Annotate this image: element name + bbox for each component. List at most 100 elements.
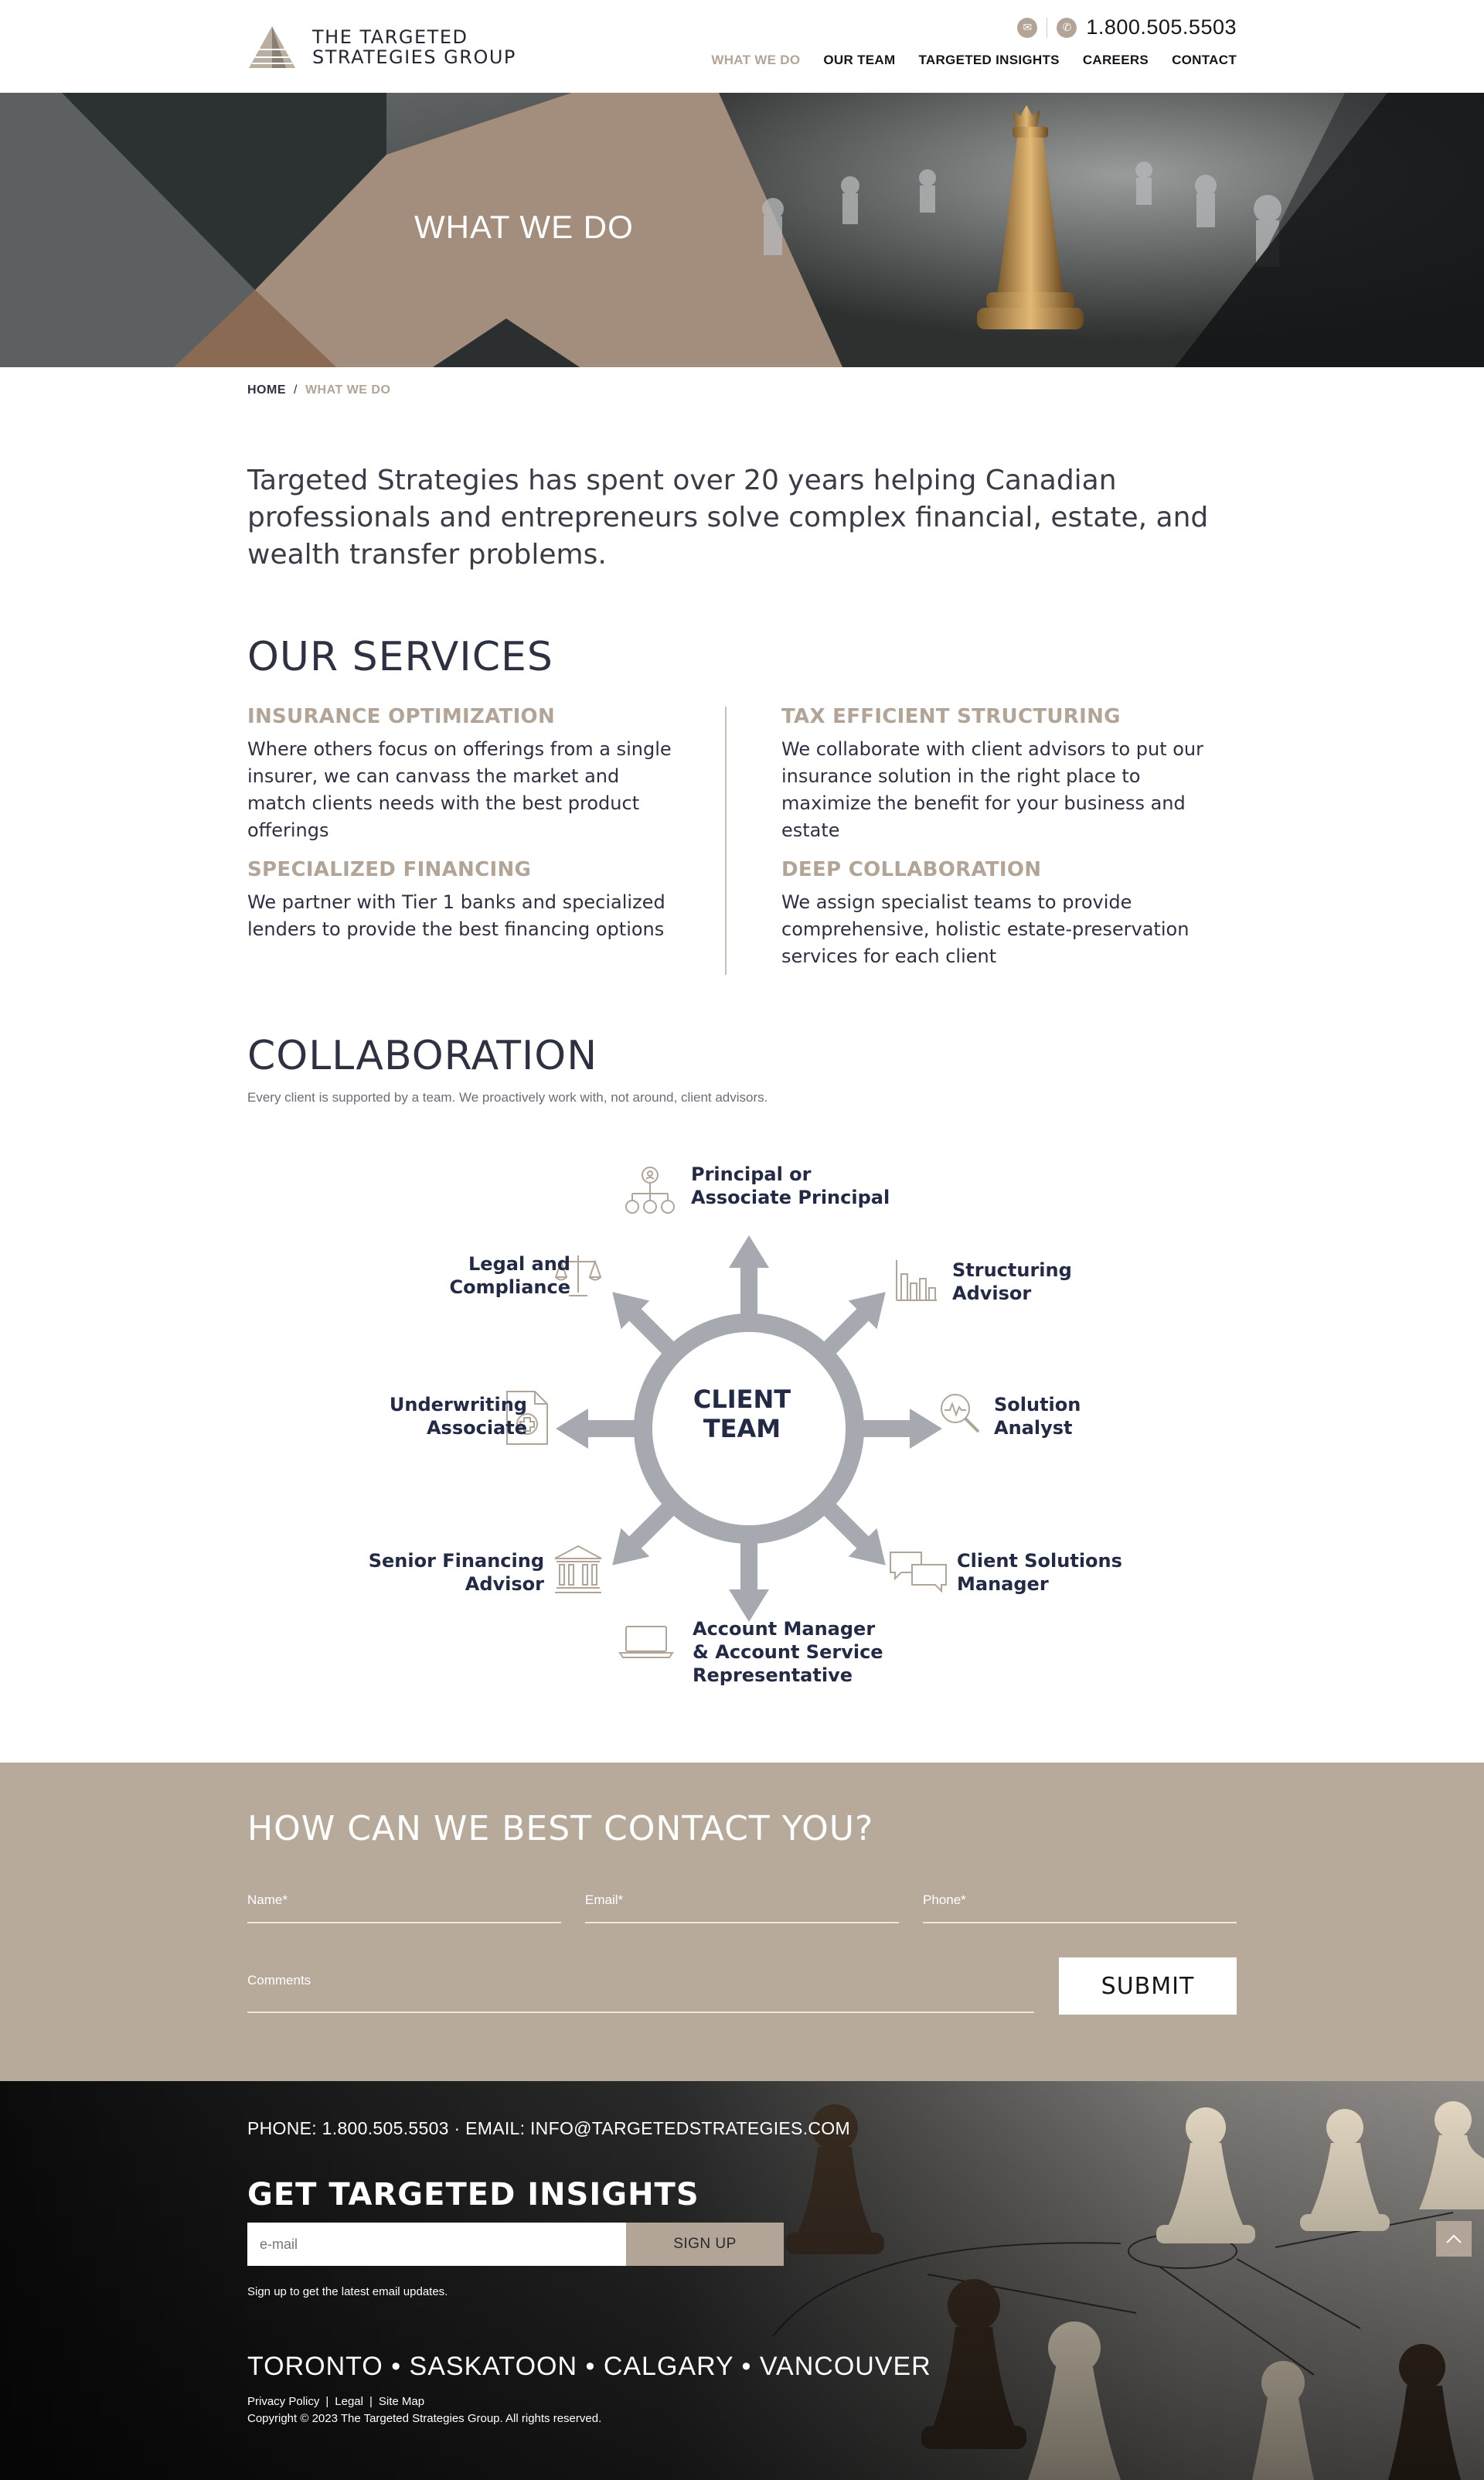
brand-line-2: STRATEGIES GROUP [312, 46, 516, 68]
footer-link-separator: | [325, 2395, 329, 2408]
brand-name: THE TARGETED STRATEGIES GROUP [312, 27, 516, 67]
bank-icon [554, 1545, 602, 1593]
brand-line-1: THE TARGETED [312, 26, 468, 48]
nav-careers[interactable]: CAREERS [1083, 53, 1149, 68]
header-contact: ✉ ✆ 1.800.505.5503 [1017, 15, 1237, 39]
role-line: Advisor [465, 1573, 544, 1595]
service-description: Where others focus on offerings from a s… [247, 738, 672, 841]
collaboration-title: COLLABORATION [247, 1033, 598, 1079]
role-line: & Account Service [693, 1641, 883, 1663]
role-line: Legal and [468, 1253, 570, 1275]
role-client-solutions-manager: Client Solutions Manager [957, 1549, 1122, 1596]
breadcrumb-home[interactable]: HOME [247, 383, 286, 397]
email-input[interactable] [585, 1892, 899, 1922]
footer-contact-line: PHONE: 1.800.505.5503 · EMAIL: INFO@TARG… [247, 2118, 850, 2138]
email-field[interactable]: Email* [585, 1892, 899, 1923]
brand-logo[interactable]: THE TARGETED STRATEGIES GROUP [247, 25, 516, 70]
breadcrumb-separator: / [294, 383, 298, 397]
footer-links: Privacy Policy | Legal | Site Map [247, 2395, 424, 2408]
header-phone-link[interactable]: 1.800.505.5503 [1086, 15, 1237, 39]
comments-field[interactable]: Comments [247, 1973, 1034, 2013]
role-line: Structuring [952, 1259, 1072, 1281]
role-line: Senior Financing [368, 1550, 544, 1572]
signup-button[interactable]: SIGN UP [626, 2223, 784, 2266]
service-deep-collaboration: DEEP COLLABORATION We assign specialist … [781, 858, 1214, 970]
phone-field[interactable]: Phone* [923, 1892, 1237, 1923]
service-description: We partner with Tier 1 banks and special… [247, 891, 665, 940]
magnifier-icon [941, 1394, 980, 1433]
service-insurance-optimization: INSURANCE OPTIMIZATION Where others focu… [247, 705, 680, 844]
service-specialized-financing: SPECIALIZED FINANCING We partner with Ti… [247, 858, 680, 943]
hero-background-image [0, 93, 1484, 367]
role-solution-analyst: Solution Analyst [994, 1393, 1081, 1439]
chat-bubbles-icon [890, 1552, 947, 1593]
scroll-to-top-button[interactable] [1436, 2221, 1472, 2257]
main-nav: WHAT WE DO OUR TEAM TARGETED INSIGHTS CA… [711, 53, 1237, 68]
role-legal-and-compliance: Legal and Compliance [449, 1252, 570, 1299]
phone-icon: ✆ [1057, 17, 1077, 38]
intro-paragraph: Targeted Strategies has spent over 20 ye… [247, 465, 1209, 571]
nav-targeted-insights[interactable]: TARGETED INSIGHTS [918, 53, 1059, 68]
site-footer: PHONE: 1.800.505.5503 · EMAIL: INFO@TARG… [0, 2081, 1484, 2480]
role-line: Associate [426, 1417, 527, 1439]
role-line: Underwriting [389, 1394, 527, 1415]
role-line: Analyst [994, 1417, 1073, 1439]
client-team-diagram: CLIENT TEAM Principal or Associate Princ… [340, 1152, 1144, 1708]
nav-what-we-do[interactable]: WHAT WE DO [711, 53, 800, 68]
nav-contact[interactable]: CONTACT [1172, 53, 1237, 68]
contact-form-section: HOW CAN WE BEST CONTACT YOU? Name* Email… [0, 1763, 1484, 2081]
copyright: Copyright © 2023 The Targeted Strategies… [247, 2412, 602, 2425]
bar-chart-icon [896, 1260, 937, 1301]
chevron-up-icon [1446, 2234, 1462, 2243]
role-line: Advisor [952, 1283, 1032, 1304]
service-tax-efficient-structuring: TAX EFFICIENT STRUCTURING We collaborate… [781, 705, 1214, 844]
service-description: We assign specialist teams to provide co… [781, 891, 1190, 967]
newsletter-email-input[interactable] [247, 2223, 626, 2266]
office-cities: TORONTO • SASKATOON • CALGARY • VANCOUVE… [247, 2352, 931, 2381]
service-title: DEEP COLLABORATION [781, 858, 1042, 881]
breadcrumb: HOME / WHAT WE DO [247, 383, 390, 397]
nav-our-team[interactable]: OUR TEAM [823, 53, 895, 68]
site-map-link[interactable]: Site Map [379, 2395, 424, 2408]
role-line: Solution [994, 1394, 1081, 1415]
role-line: Compliance [449, 1276, 570, 1298]
phone-input[interactable] [923, 1892, 1237, 1922]
logo-pyramid-icon [249, 26, 295, 68]
role-senior-financing-advisor: Senior Financing Advisor [369, 1549, 544, 1596]
service-title: SPECIALIZED FINANCING [247, 858, 532, 881]
role-line: Principal or [691, 1163, 812, 1185]
role-line: Associate Principal [691, 1187, 890, 1208]
breadcrumb-current: WHAT WE DO [305, 383, 391, 397]
org-chart-icon [625, 1167, 675, 1214]
role-structuring-advisor: Structuring Advisor [952, 1259, 1072, 1305]
laptop-icon [618, 1626, 674, 1658]
service-description: We collaborate with client advisors to p… [781, 738, 1203, 841]
email-icon[interactable]: ✉ [1017, 17, 1038, 38]
role-principal: Principal or Associate Principal [691, 1163, 890, 1209]
page: THE TARGETED STRATEGIES GROUP ✉ ✆ 1.800.… [0, 0, 1484, 2480]
role-underwriting-associate: Underwriting Associate [390, 1393, 527, 1439]
site-header: THE TARGETED STRATEGIES GROUP ✉ ✆ 1.800.… [0, 0, 1484, 93]
footer-chess-background-image [0, 2081, 1484, 2480]
name-field[interactable]: Name* [247, 1892, 561, 1923]
role-account-manager: Account Manager & Account Service Repres… [693, 1617, 883, 1687]
footer-link-separator: | [369, 2395, 373, 2408]
role-line: Manager [957, 1573, 1049, 1595]
services-title: OUR SERVICES [247, 634, 553, 680]
privacy-policy-link[interactable]: Privacy Policy [247, 2395, 319, 2408]
hero-banner: WHAT WE DO [0, 93, 1484, 367]
collaboration-subtitle: Every client is supported by a team. We … [247, 1090, 768, 1105]
service-title: TAX EFFICIENT STRUCTURING [781, 705, 1121, 728]
services-divider [725, 707, 727, 975]
role-line: Client Solutions [957, 1550, 1122, 1572]
hero-title: WHAT WE DO [414, 209, 634, 245]
service-title: INSURANCE OPTIMIZATION [247, 705, 556, 728]
submit-button[interactable]: SUBMIT [1059, 1957, 1237, 2015]
contact-form-title: HOW CAN WE BEST CONTACT YOU? [247, 1809, 874, 1848]
legal-link[interactable]: Legal [335, 2395, 363, 2408]
role-line: Representative [693, 1664, 853, 1686]
comments-input[interactable] [247, 1973, 1034, 2012]
signup-note: Sign up to get the latest email updates. [247, 2285, 448, 2298]
insights-title: GET TARGETED INSIGHTS [247, 2177, 699, 2213]
name-input[interactable] [247, 1892, 561, 1922]
